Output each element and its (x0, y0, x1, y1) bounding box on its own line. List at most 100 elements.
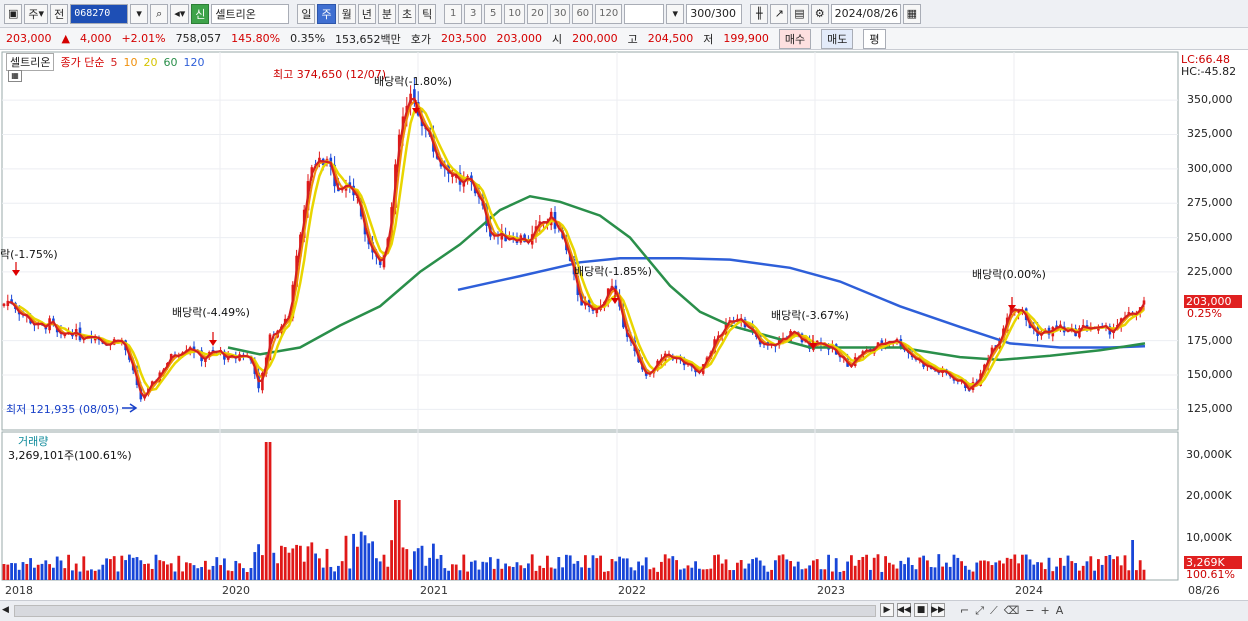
count-dropdown-icon[interactable]: ▾ (666, 3, 685, 24)
layout-icon[interactable]: ▣ (4, 3, 23, 24)
volume-bar (439, 554, 443, 580)
volume-bar (40, 563, 44, 580)
count-10[interactable]: 10 (504, 3, 525, 24)
volume-bar (933, 567, 937, 580)
volume-bar (310, 542, 314, 580)
line-tool-icon[interactable]: ⌐ (960, 604, 969, 618)
period-type-label: 주 (28, 7, 39, 21)
volume-bar (686, 565, 690, 580)
high-label: 고 (627, 32, 638, 46)
volume-bar (470, 561, 473, 580)
volume-bar (945, 562, 948, 580)
volume-bar (641, 565, 644, 580)
scroll-thumb[interactable] (15, 606, 875, 616)
count-30[interactable]: 30 (549, 3, 571, 24)
volume-bar (572, 563, 576, 580)
price-tick: 300,000 (1187, 161, 1233, 175)
stock-name-field[interactable]: 셀트리온 (211, 3, 290, 24)
volume-bar (561, 567, 564, 580)
count-1[interactable]: 1 (444, 3, 463, 24)
buy-button[interactable]: 매수 (778, 28, 812, 49)
volume-bar (105, 558, 108, 580)
table-icon[interactable]: ▦ (8, 70, 22, 82)
volume-bar (869, 569, 872, 580)
last-date: 08/26 (1188, 584, 1220, 597)
volume-bar (458, 570, 462, 580)
volume-bar (500, 568, 504, 580)
stock-code-input[interactable]: 068270 (70, 3, 129, 24)
chart-tool-icon[interactable]: ↗ (770, 3, 789, 24)
volume-bar (82, 556, 86, 580)
period-year[interactable]: 년 (357, 3, 376, 24)
count-20[interactable]: 20 (526, 3, 548, 24)
custom-count-input[interactable] (624, 3, 665, 24)
eraser-icon[interactable]: ⌫ (1004, 604, 1020, 618)
avg-button[interactable]: 평 (863, 28, 886, 49)
volume-bar (325, 548, 329, 580)
period-tick[interactable]: 틱 (418, 3, 437, 24)
volume-bar (960, 561, 963, 580)
volume-bar (481, 561, 485, 580)
change-pct: +2.01% (121, 32, 166, 45)
volume-bar (998, 560, 1001, 580)
volume-bar (44, 560, 48, 580)
volume-bar (580, 567, 583, 580)
fib-tool-icon[interactable]: ⟋ (990, 604, 998, 618)
volume-bar (979, 560, 982, 580)
volume-bar (394, 500, 397, 580)
code-dropdown-icon[interactable]: ▾ (130, 3, 149, 24)
date-input[interactable]: 2024/08/26 (830, 3, 901, 24)
volume-bar (834, 558, 838, 580)
text-tool-icon[interactable]: A (1056, 604, 1064, 618)
speaker-icon[interactable]: ◂▾ (170, 3, 190, 24)
period-day[interactable]: 일 (297, 3, 316, 24)
volume-bar (485, 562, 488, 580)
play-icon[interactable]: ▶ (880, 603, 894, 617)
price-chart[interactable] (0, 50, 1248, 600)
search-icon[interactable]: ⌕ (150, 3, 169, 24)
view-count-field[interactable]: 300/300 (686, 3, 743, 24)
count-60[interactable]: 60 (572, 3, 594, 24)
save-icon[interactable]: ▤ (790, 3, 809, 24)
sell-button[interactable]: 매도 (821, 28, 854, 49)
vol-axis-0: 30,000K (1186, 448, 1232, 461)
period-minute[interactable]: 분 (377, 3, 396, 24)
volume-bar (625, 558, 629, 580)
volume-bar (14, 563, 17, 580)
volume-bar (1127, 570, 1131, 580)
candle-icon[interactable]: ╫ (750, 3, 769, 24)
period-type-select[interactable]: 주 ▾ (24, 3, 49, 24)
volume-bar (1066, 555, 1070, 580)
volume-bar (188, 563, 192, 580)
draw-tools: ⌐ ⤢ ⟋ ⌫ − + A (960, 604, 1063, 618)
calendar-icon[interactable]: ▦ (902, 3, 922, 24)
scroll-left-icon[interactable]: ◀ (2, 605, 9, 615)
period-week[interactable]: 주 (317, 3, 336, 24)
count-120[interactable]: 120 (595, 3, 623, 24)
period-month[interactable]: 월 (337, 3, 356, 24)
volume-bar (375, 558, 378, 580)
volume-bar (1112, 559, 1115, 580)
price-tick: 250,000 (1187, 230, 1233, 244)
legend-stock[interactable]: 셀트리온 (6, 53, 55, 71)
trend-tool-icon[interactable]: ⤢ (975, 604, 984, 618)
annot-div5: 배당락(-3.67%) (771, 309, 849, 322)
count-3[interactable]: 3 (464, 3, 483, 24)
volume-bar (1108, 554, 1112, 580)
scrollbar[interactable] (14, 605, 876, 617)
volume-bar (63, 568, 67, 580)
volume-bar (717, 554, 720, 580)
forward-icon[interactable]: ▶▶ (931, 603, 945, 617)
zoom-in-icon[interactable]: + (1041, 604, 1050, 618)
period-second[interactable]: 초 (397, 3, 417, 24)
zoom-out-icon[interactable]: − (1025, 604, 1034, 618)
gear-icon[interactable]: ⚙ (810, 3, 829, 24)
volume-bar (302, 561, 306, 580)
stop-icon[interactable]: ■ (914, 603, 928, 617)
volume-bar (599, 555, 602, 580)
prev-button[interactable]: 전 (50, 3, 69, 24)
annot-div2: 배당락(-4.49%) (172, 306, 250, 319)
volume-bar (249, 568, 253, 580)
count-5[interactable]: 5 (484, 3, 503, 24)
rewind-icon[interactable]: ◀◀ (897, 603, 911, 617)
